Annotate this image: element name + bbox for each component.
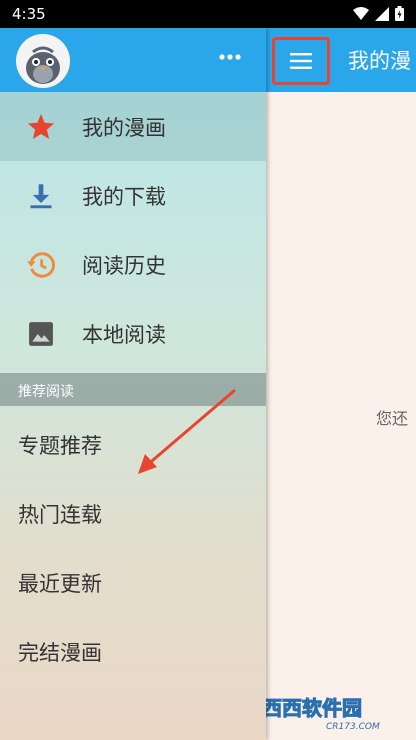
screen: 4:35 我的漫 您还 我的漫画 我的下载 阅读历史 本地阅读 推荐阅读 专题推…	[0, 0, 416, 740]
recommend-label: 最近更新	[18, 572, 102, 596]
recommend-item-popular-serials[interactable]: 热门连载	[0, 477, 266, 546]
wifi-icon	[353, 6, 369, 20]
empty-text: 您还	[376, 409, 409, 428]
nav-label: 我的漫画	[82, 115, 166, 140]
recommend-label: 热门连载	[18, 503, 102, 527]
drawer-header	[0, 28, 266, 92]
image-icon	[26, 319, 56, 349]
nav-item-my-downloads[interactable]: 我的下载	[0, 161, 266, 230]
more-icon[interactable]	[218, 53, 242, 61]
nav-item-reading-history[interactable]: 阅读历史	[0, 230, 266, 299]
status-time: 4:35	[12, 5, 46, 23]
main-title: 我的漫	[348, 49, 411, 73]
watermark-brand: 西西软件园	[262, 696, 362, 720]
history-icon	[26, 250, 56, 280]
menu-button[interactable]	[272, 37, 330, 85]
nav-item-my-comics[interactable]: 我的漫画	[0, 92, 266, 161]
signal-icon	[375, 6, 389, 21]
recommend-item-recent-updates[interactable]: 最近更新	[0, 546, 266, 615]
section-title: 推荐阅读	[18, 384, 74, 400]
annotation-arrow	[138, 388, 236, 474]
battery-icon	[395, 6, 404, 21]
nav-label: 本地阅读	[82, 322, 166, 347]
hamburger-icon	[290, 53, 312, 69]
avatar[interactable]	[16, 34, 70, 88]
nav-item-local-reading[interactable]: 本地阅读	[0, 299, 266, 368]
download-icon	[26, 181, 56, 211]
status-icons	[353, 6, 404, 21]
nav-label: 我的下载	[82, 184, 166, 209]
nav-label: 阅读历史	[82, 253, 166, 278]
avatar-bird-icon	[26, 46, 60, 84]
star-icon	[26, 112, 56, 142]
navigation-drawer: 我的漫画 我的下载 阅读历史 本地阅读 推荐阅读 专题推荐 热门连载 最近更新 …	[0, 28, 266, 740]
recommend-item-completed[interactable]: 完结漫画	[0, 615, 266, 684]
recommend-label: 完结漫画	[18, 641, 102, 665]
recommend-label: 专题推荐	[18, 434, 102, 458]
status-bar: 4:35	[0, 0, 416, 28]
watermark-domain: CR173.COM	[326, 722, 380, 732]
